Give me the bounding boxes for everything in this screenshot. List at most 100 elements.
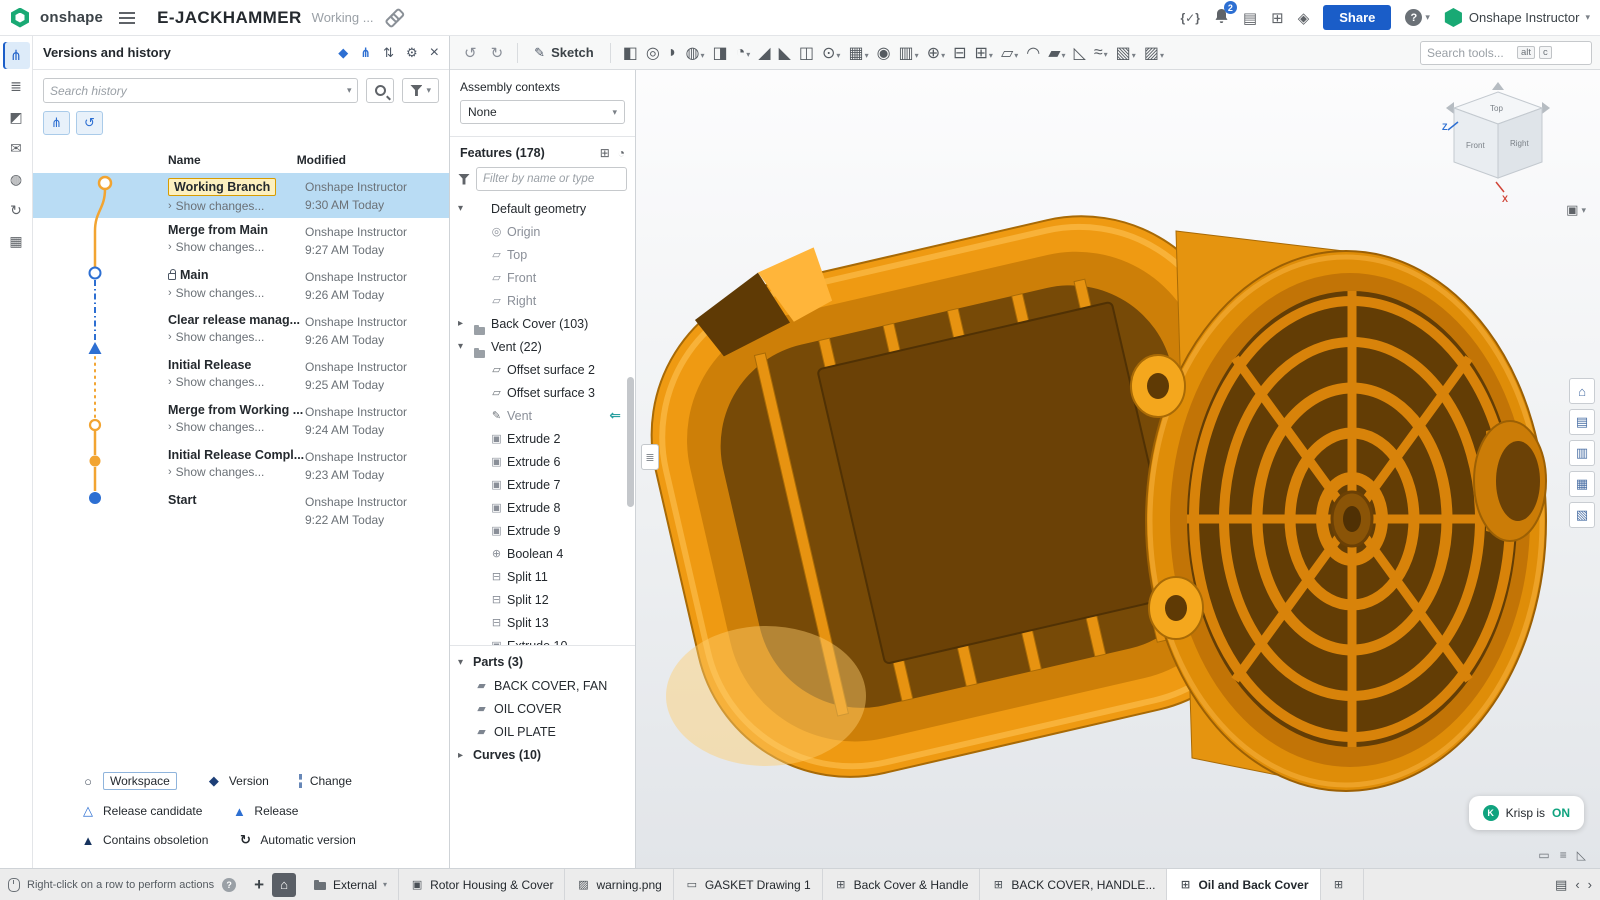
history-filter-button[interactable]: ▾ (402, 78, 439, 103)
chevron-down-icon[interactable]: ▾ (865, 51, 869, 63)
shell-icon[interactable]: ◫ ▾ (795, 43, 818, 63)
featurescript-icon[interactable]: {✓} (1181, 11, 1200, 25)
version-name[interactable]: Working Branch (168, 178, 276, 196)
chevron-down-icon[interactable]: ▾ (915, 51, 919, 63)
part-item[interactable]: BACK COVER, FAN (450, 674, 635, 697)
history-row[interactable]: Initial Release Compl... › Show changes.… (33, 443, 449, 488)
tree-chevron-icon[interactable] (458, 750, 470, 761)
render-quality-icon[interactable]: ▭ (1538, 848, 1549, 862)
thicken-icon[interactable]: ◨ ▾ (708, 43, 731, 63)
parts-list-icon[interactable]: ◍ (3, 166, 30, 193)
feature-filter-input[interactable] (483, 173, 620, 185)
section-view-button[interactable]: ▤ (1569, 409, 1595, 435)
transparency-button[interactable]: ▦ (1569, 471, 1595, 497)
chevron-down-icon[interactable]: ▾ (1160, 51, 1164, 63)
create-branch-icon[interactable]: ⋔ (360, 45, 371, 61)
compare-icon[interactable]: ⇅ (383, 45, 394, 61)
document-tab[interactable]: External ▾ (302, 869, 399, 900)
history-row[interactable]: Initial Release › Show changes... Onshap… (33, 353, 449, 398)
chevron-down-icon[interactable]: ▾ (989, 51, 993, 63)
feature-history-icon[interactable]: ◔ (618, 146, 625, 160)
history-row[interactable]: Start › Onshape Instructor 9:22 (33, 488, 449, 533)
help-icon[interactable]: ? (1405, 9, 1422, 26)
undo-icon[interactable]: ↺ (458, 44, 483, 62)
show-changes-link[interactable]: › Show changes... (168, 240, 305, 254)
feature-tree-item[interactable]: Default geometry (450, 197, 635, 220)
history-row[interactable]: Merge from Main › Show changes... Onshap… (33, 218, 449, 263)
feature-tree-item[interactable]: Right (450, 289, 635, 312)
share-link-icon[interactable] (381, 7, 402, 28)
comments-icon[interactable]: ✉ (3, 135, 30, 162)
chevron-down-icon[interactable]: ▾ (1132, 51, 1136, 63)
insert-element-icon[interactable]: ≣ (3, 73, 30, 100)
document-tab[interactable]: Back Cover & Handle ▾ (823, 869, 981, 900)
history-search-input[interactable] (50, 84, 347, 98)
spreadsheet-icon[interactable]: ▤ (1243, 9, 1257, 27)
parts-header[interactable]: Parts (3) (450, 650, 635, 674)
panel-collapse-handle[interactable]: ≣ (641, 444, 659, 470)
feature-tree-item[interactable]: Vent (22) (450, 335, 635, 358)
feature-tree-item[interactable]: Offset surface 2 (450, 358, 635, 381)
show-changes-link[interactable]: › Show changes... (168, 375, 305, 389)
notifications-bell-icon[interactable]: 2 (1214, 7, 1229, 28)
chevron-down-icon[interactable]: ▾ (1062, 51, 1066, 63)
version-name[interactable]: Main (168, 268, 208, 283)
tab-manager-icon[interactable]: ▤ (1555, 877, 1567, 893)
feature-tree-item[interactable]: Split 13 (450, 611, 635, 634)
chevron-down-icon[interactable]: ▾ (700, 51, 704, 63)
sheet-metal-icon[interactable]: ▧ ▾ (1112, 43, 1140, 63)
feature-tree-item[interactable]: Origin (450, 220, 635, 243)
version-name[interactable]: Initial Release (168, 358, 251, 372)
sweep-icon[interactable]: ◗ ▾ (664, 44, 682, 62)
history-row[interactable]: Merge from Working ... › Show changes...… (33, 398, 449, 443)
extrude-icon[interactable]: ◧ ▾ (619, 43, 642, 63)
feature-tree-item[interactable]: Extrude 6 (450, 450, 635, 473)
chevron-down-icon[interactable]: ▾ (1014, 51, 1018, 63)
bom-table-icon[interactable]: ▦ (3, 228, 30, 255)
mirror-icon[interactable]: ▥ ▾ (895, 43, 923, 63)
user-menu[interactable]: Onshape Instructor ▾ (1444, 8, 1590, 27)
revolve-icon[interactable]: ◎ ▾ (642, 43, 664, 63)
hint-help-icon[interactable]: ? (222, 878, 236, 892)
boolean-icon[interactable]: ⊕ ▾ (923, 43, 949, 63)
feature-tree-item[interactable]: Extrude 2 (450, 427, 635, 450)
chevron-down-icon[interactable]: ▾ (347, 85, 352, 96)
graphics-viewport[interactable]: Top Front Right Z X ▣ ▾ (636, 70, 1600, 868)
plane-icon[interactable]: ▰ ▾ (1044, 43, 1069, 63)
share-button[interactable]: Share (1323, 5, 1391, 30)
document-tab[interactable]: BACK COVER, HANDLE... ▾ (980, 869, 1167, 900)
version-name[interactable]: Clear release manag... (168, 313, 300, 327)
chamfer-icon[interactable]: ◢ ▾ (754, 43, 774, 63)
tree-chevron-icon[interactable] (458, 318, 470, 329)
tree-chevron-icon[interactable] (458, 341, 470, 352)
feature-tree-item[interactable]: Split 12 (450, 588, 635, 611)
version-name[interactable]: Initial Release Compl... (168, 448, 304, 462)
document-tab[interactable]: Oil and Back Cover ▾ (1167, 869, 1320, 900)
filter-icon[interactable] (458, 174, 470, 185)
search-button[interactable] (366, 78, 394, 103)
close-panel-icon[interactable]: × (430, 44, 439, 62)
feature-tree-item[interactable]: Boolean 4 (450, 542, 635, 565)
feature-tree-item[interactable]: Front (450, 266, 635, 289)
tree-scrollbar-thumb[interactable] (627, 377, 634, 507)
sketch-button[interactable]: ✎ Sketch (526, 42, 602, 64)
cube-face-top[interactable]: Top (1490, 104, 1503, 113)
document-tab[interactable]: GASKET Drawing 1 ▾ (674, 869, 823, 900)
redo-icon[interactable]: ↻ (485, 44, 510, 62)
document-tab[interactable]: Rotor Housing & Cover ▾ (399, 869, 565, 900)
show-changes-link[interactable]: › Show changes... (168, 330, 305, 344)
frame-icon[interactable]: ▨ ▾ (1140, 43, 1168, 63)
appearance-icon[interactable]: ◩ (3, 104, 30, 131)
offset-surface-icon[interactable]: ▱ ▾ (997, 43, 1022, 63)
view-options-button[interactable]: ▣ ▾ (1566, 202, 1586, 218)
show-changes-link[interactable]: › Show changes... (168, 465, 305, 479)
chevron-down-icon[interactable]: ▾ (746, 50, 750, 62)
document-tab[interactable]: warning.png ▾ (565, 869, 673, 900)
feature-tree-item[interactable]: Split 11 (450, 565, 635, 588)
curves-header[interactable]: Curves (10) (450, 743, 635, 767)
loft-icon[interactable]: ◍ ▾ (681, 43, 708, 63)
history-search-box[interactable]: ▾ (43, 78, 358, 103)
assembly-context-select[interactable]: None ▾ (460, 100, 625, 124)
version-name[interactable]: Start (168, 493, 196, 507)
document-tab[interactable]: ▾ (1321, 869, 1364, 900)
